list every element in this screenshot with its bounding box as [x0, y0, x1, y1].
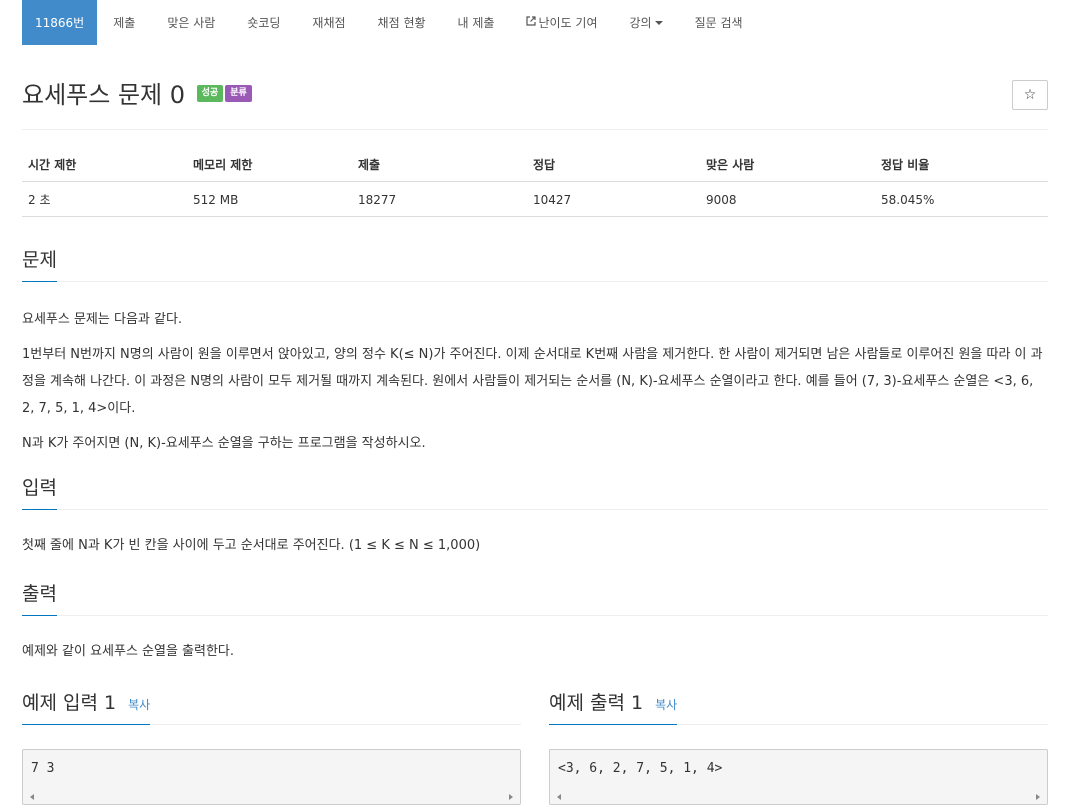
- value-submissions: 18277: [352, 181, 527, 217]
- nav-correct-users[interactable]: 맞은 사람: [151, 0, 231, 45]
- sample-output-section: 예제 출력 1 복사 <3, 6, 2, 7, 5, 1, 4>: [549, 688, 1048, 805]
- header-time-limit: 시간 제한: [22, 150, 187, 182]
- description-paragraph: 1번부터 N번까지 N명의 사람이 원을 이루면서 앉아있고, 양의 정수 K(…: [22, 347, 1043, 416]
- problem-info-table: 시간 제한 메모리 제한 제출 정답 맞은 사람 정답 비율 2 초 512 M…: [22, 150, 1048, 217]
- section-heading-output: 출력: [22, 579, 1048, 616]
- horizontal-scrollbar[interactable]: [551, 790, 1046, 803]
- copy-sample-input-link[interactable]: 복사: [128, 698, 150, 712]
- section-heading-input: 입력: [22, 473, 1048, 510]
- value-accept-ratio: 58.045%: [875, 181, 1048, 217]
- input-description: 첫째 줄에 N과 K가 빈 칸을 사이에 두고 순서대로 주어진다. (1 ≤ …: [22, 538, 481, 553]
- value-time-limit: 2 초: [22, 181, 187, 217]
- star-icon: ☆: [1023, 87, 1037, 103]
- problem-nav: 11866번 제출 맞은 사람 숏코딩 재채점 채점 현황 내 제출 난이도 기…: [22, 0, 1048, 45]
- nav-my-submissions[interactable]: 내 제출: [442, 0, 511, 45]
- nav-difficulty-contribution[interactable]: 난이도 기여: [510, 0, 613, 45]
- section-heading-description: 문제: [22, 245, 1048, 282]
- sample-output-box[interactable]: <3, 6, 2, 7, 5, 1, 4>: [549, 749, 1048, 805]
- header-correct-users: 맞은 사람: [700, 150, 875, 182]
- description-paragraph: N과 K가 주어지면 (N, K)-요세푸스 순열을 구하는 프로그램을 작성하…: [22, 436, 426, 451]
- sample-input-section: 예제 입력 1 복사 7 3: [22, 688, 521, 805]
- horizontal-scrollbar[interactable]: [24, 790, 519, 803]
- samples-row: 예제 입력 1 복사 7 3 예제 출력 1 복사 <3, 6, 2, 7, 5…: [22, 688, 1048, 805]
- description-paragraph: 요세푸스 문제는 다음과 같다.: [22, 312, 183, 327]
- nav-submit[interactable]: 제출: [97, 0, 151, 45]
- sample-output-content: <3, 6, 2, 7, 5, 1, 4>: [558, 761, 723, 776]
- copy-sample-output-link[interactable]: 복사: [655, 698, 677, 712]
- nav-question-search[interactable]: 질문 검색: [679, 0, 759, 45]
- nav-problem-number[interactable]: 11866번: [22, 0, 98, 45]
- table-row: 2 초 512 MB 18277 10427 9008 58.045%: [22, 181, 1048, 217]
- header-accept-ratio: 정답 비율: [875, 150, 1048, 182]
- problem-header: 요세푸스 문제 0 성공 분류 ☆: [22, 45, 1048, 130]
- favorite-star-button[interactable]: ☆: [1012, 80, 1048, 110]
- external-link-icon: [526, 16, 537, 29]
- nav-status[interactable]: 채점 현황: [362, 0, 442, 45]
- output-section: 출력 예제와 같이 요세푸스 순열을 출력한다.: [22, 579, 1048, 665]
- input-section: 입력 첫째 줄에 N과 K가 빈 칸을 사이에 두고 순서대로 주어진다. (1…: [22, 473, 1048, 559]
- section-heading-sample-input: 예제 입력 1 복사: [22, 688, 521, 725]
- sample-input-content: 7 3: [31, 761, 55, 776]
- category-badge[interactable]: 분류: [225, 84, 252, 102]
- problem-title: 요세푸스 문제 0 성공 분류: [22, 83, 252, 107]
- sample-input-box[interactable]: 7 3: [22, 749, 521, 805]
- problem-description-section: 문제 요세푸스 문제는 다음과 같다. 1번부터 N번까지 N명의 사람이 원을…: [22, 245, 1048, 457]
- header-accepted: 정답: [527, 150, 700, 182]
- value-accepted: 10427: [527, 181, 700, 217]
- solved-badge[interactable]: 성공: [196, 84, 224, 102]
- nav-short-coding[interactable]: 숏코딩: [231, 0, 296, 45]
- problem-page: 11866번 제출 맞은 사람 숏코딩 재채점 채점 현황 내 제출 난이도 기…: [0, 0, 1073, 805]
- header-memory-limit: 메모리 제한: [187, 150, 352, 182]
- value-correct-users: 9008: [700, 181, 875, 217]
- value-memory-limit: 512 MB: [187, 181, 352, 217]
- caret-down-icon: [654, 20, 663, 25]
- section-heading-sample-output: 예제 출력 1 복사: [549, 688, 1048, 725]
- nav-rejudge[interactable]: 재채점: [296, 0, 361, 45]
- output-description: 예제와 같이 요세푸스 순열을 출력한다.: [22, 644, 235, 659]
- header-submissions: 제출: [352, 150, 527, 182]
- nav-lectures-dropdown[interactable]: 강의: [613, 0, 678, 45]
